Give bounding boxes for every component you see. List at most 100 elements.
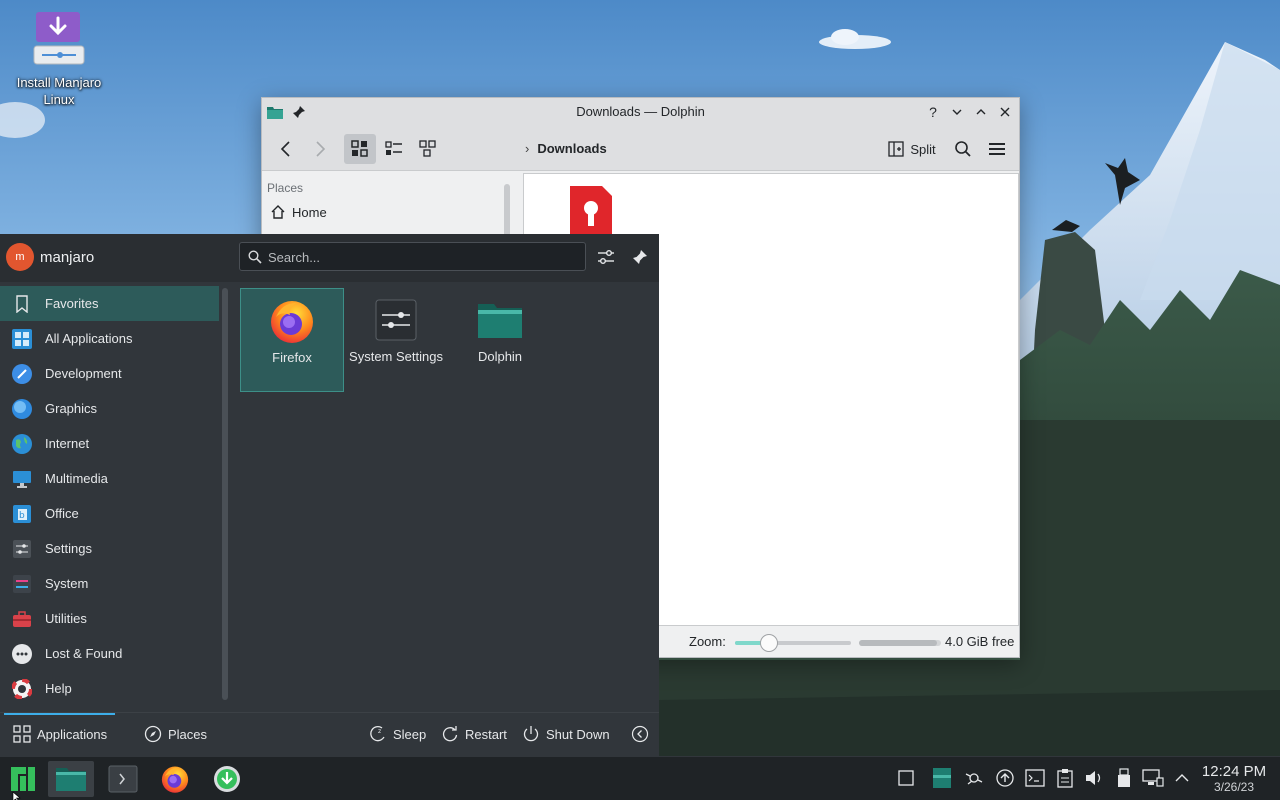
dolphin-titlebar[interactable]: Downloads — Dolphin ? [262,98,1019,127]
taskbar: 12:24 PM 3/26/23 [0,756,1280,800]
search-icon [248,250,262,267]
sleep-button[interactable]: z Sleep [369,725,426,743]
manjaro-menu-button[interactable] [4,761,42,797]
category-lost-and-found[interactable]: Lost & Found [0,636,219,671]
category-multimedia[interactable]: Multimedia [0,461,219,496]
usb-drive-icon [1118,768,1130,787]
configure-button[interactable] [595,246,617,268]
category-label: Internet [45,436,90,451]
toolbox-icon [12,609,32,629]
pin-launcher-button[interactable] [629,246,651,268]
system-icon [12,574,32,594]
tray-expand-button[interactable] [1171,767,1193,789]
tray-removable-device[interactable] [1113,767,1135,789]
tray-volume[interactable] [1083,767,1105,789]
back-button[interactable] [272,134,300,164]
show-desktop-button[interactable] [895,767,917,789]
globe-icon [12,433,32,454]
free-space-fill [859,640,937,646]
category-settings[interactable]: Settings [0,531,219,566]
bookmark-icon [12,294,32,314]
task-firefox[interactable] [156,761,194,797]
details-view-icon [419,140,436,157]
app-system-settings[interactable]: System Settings [344,288,448,392]
tray-network[interactable] [1142,767,1164,789]
maximize-button[interactable] [971,101,991,123]
category-help[interactable]: Help [0,671,219,706]
search-input[interactable] [268,247,568,267]
active-tab-indicator [4,713,115,715]
tab-applications[interactable]: Applications [13,725,107,743]
zoom-label: Zoom: [689,634,726,649]
power-icon [523,726,539,742]
split-label: Split [910,141,936,157]
split-icon [888,141,904,157]
places-item-home[interactable]: Home [270,204,327,220]
more-power-options-button[interactable] [631,725,649,743]
category-favorites[interactable]: Favorites [0,286,219,321]
task-konsole[interactable] [103,761,143,797]
launcher-footer: Applications Places z Sleep Restart Shut… [0,712,659,756]
zoom-slider-handle[interactable] [759,634,778,652]
shutdown-button[interactable]: Shut Down [522,725,610,743]
free-space-label: 4.0 GiB free [945,634,1015,649]
category-scrollbar[interactable] [222,288,228,700]
icons-view-button[interactable] [344,134,376,164]
close-button[interactable] [995,101,1015,123]
tray-terminal[interactable] [1024,767,1046,789]
lifebuoy-icon [12,678,32,699]
minimize-button[interactable] [947,101,967,123]
app-dolphin[interactable]: Dolphin [448,288,552,392]
ellipsis-icon [12,643,32,664]
dolphin-toolbar: › Downloads Split [262,127,1019,171]
free-space-bar [859,640,941,646]
app-firefox[interactable]: Firefox [240,288,344,392]
applications-grid-icon [13,725,31,743]
digital-clock[interactable]: 12:24 PM 3/26/23 [1199,763,1269,794]
install-manjaro-desktop-icon[interactable]: Install Manjaro Linux [10,10,108,108]
category-development[interactable]: Development [0,356,219,391]
compass-icon [144,725,162,743]
category-graphics[interactable]: Graphics [0,391,219,426]
tab-places[interactable]: Places [144,725,207,743]
window-title: Downloads — Dolphin [576,104,705,119]
details-view-button[interactable] [414,134,442,164]
category-label: Utilities [45,611,87,626]
task-software-updater[interactable] [208,761,246,797]
search-box[interactable] [239,242,586,271]
search-button[interactable] [950,134,976,164]
task-dolphin[interactable] [48,761,94,797]
category-internet[interactable]: Internet [0,426,219,461]
avatar[interactable]: m [6,243,34,271]
restart-button[interactable]: Restart [441,725,507,743]
home-icon [271,205,285,219]
red-document-icon [570,186,612,238]
tray-updates[interactable] [994,767,1016,789]
terminal-icon [1025,769,1045,787]
tray-clipboard[interactable] [1054,767,1076,789]
tray-kde-connect[interactable] [963,767,985,789]
clock-date: 3/26/23 [1213,780,1255,794]
system-settings-icon [372,296,420,344]
category-label: Office [45,506,79,521]
hamburger-menu-button[interactable] [984,134,1010,164]
help-button[interactable]: ? [923,101,943,123]
compact-view-button[interactable] [380,134,408,164]
split-button[interactable]: Split [884,134,940,164]
file-item[interactable] [568,186,614,241]
show-desktop-icon [898,770,914,786]
category-system[interactable]: System [0,566,219,601]
volume-icon [1086,771,1101,785]
forward-button[interactable] [306,134,334,164]
breadcrumb-folder[interactable]: Downloads [537,141,606,156]
category-utilities[interactable]: Utilities [0,601,219,636]
desktop-icon-label: Install Manjaro Linux [16,75,102,107]
category-office[interactable]: b Office [0,496,219,531]
shutdown-label: Shut Down [546,726,610,742]
office-icon: b [12,504,32,524]
category-all-applications[interactable]: All Applications [0,321,219,356]
restart-label: Restart [465,726,507,742]
tray-folder[interactable] [930,767,954,789]
development-icon [12,363,32,384]
breadcrumb[interactable]: › Downloads [525,141,607,156]
